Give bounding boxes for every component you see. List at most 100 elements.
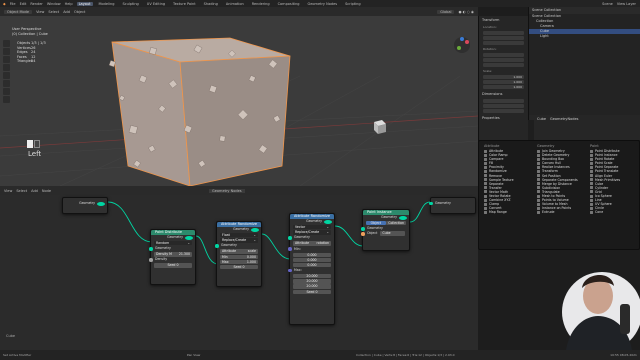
attribute-name-field[interactable]: Attribute scale bbox=[220, 249, 258, 254]
seed-field[interactable]: Seed 0 bbox=[154, 263, 192, 268]
distribute-mode-dropdown[interactable]: Random ⌄ bbox=[154, 240, 192, 246]
tab-geometry-nodes[interactable]: Geometry Nodes bbox=[306, 2, 340, 6]
node-menu-select[interactable]: Select bbox=[16, 189, 27, 193]
instance-type-object-button[interactable]: Object bbox=[366, 220, 386, 226]
scene-selector[interactable]: Scene bbox=[602, 2, 613, 6]
tab-layout[interactable]: Layout bbox=[76, 1, 93, 6]
menu-render[interactable]: Render bbox=[30, 2, 42, 6]
node-editor-canvas[interactable]: Geometry Geometry Point Distribute Geome… bbox=[0, 195, 478, 350]
tab-sculpting[interactable]: Sculpting bbox=[120, 2, 140, 6]
tab-modeling[interactable]: Modeling bbox=[97, 2, 117, 6]
properties-modifier-name[interactable]: GeometryNodes bbox=[550, 117, 578, 121]
group-input-node[interactable]: Geometry bbox=[62, 197, 108, 214]
menu-file[interactable]: File bbox=[10, 2, 16, 6]
min-y-field[interactable]: 0.000 bbox=[293, 257, 331, 263]
select-tool-icon[interactable] bbox=[3, 40, 10, 47]
viewport-menu-add[interactable]: Add bbox=[63, 10, 70, 14]
max-x-field[interactable]: 20.000 bbox=[293, 274, 331, 279]
data-type-dropdown[interactable]: Float ⌄ bbox=[220, 232, 258, 238]
instance-type-collection-button[interactable]: Collection bbox=[386, 220, 406, 226]
object-picker-field[interactable]: Cube bbox=[380, 231, 405, 236]
min-z-field[interactable]: 0.000 bbox=[293, 262, 331, 268]
menu-item[interactable]: Cone bbox=[587, 210, 639, 214]
location-label: Location: bbox=[483, 25, 497, 29]
measure-tool-icon[interactable] bbox=[3, 96, 10, 103]
rotation-z-field[interactable] bbox=[483, 63, 524, 67]
max-z-field[interactable]: 20.000 bbox=[293, 284, 331, 289]
menu-item[interactable]: Map Range bbox=[481, 210, 533, 214]
node-menu-node[interactable]: Node bbox=[42, 189, 51, 193]
move-tool-icon[interactable] bbox=[3, 56, 10, 63]
geometry-socket-icon bbox=[215, 244, 219, 248]
geometry-socket-icon bbox=[399, 215, 407, 220]
dimension-x-field[interactable] bbox=[483, 99, 524, 103]
node-menu-add[interactable]: Add bbox=[31, 189, 38, 193]
transform-panel-title[interactable]: Transform bbox=[479, 16, 528, 24]
outliner-item-light[interactable]: Light bbox=[529, 34, 640, 39]
group-output-node[interactable]: Geometry bbox=[429, 197, 476, 214]
dimensions-panel-title[interactable]: Dimensions bbox=[479, 90, 528, 98]
outliner-header: Scene Collection bbox=[529, 7, 640, 14]
rotation-y-field[interactable] bbox=[483, 58, 524, 62]
menu-window[interactable]: Window bbox=[47, 2, 61, 6]
scale-z-field[interactable]: 1.000 bbox=[483, 85, 524, 89]
viewport-menu-view[interactable]: View bbox=[36, 10, 44, 14]
data-type-dropdown[interactable]: Vector ⌄ bbox=[293, 224, 331, 230]
node-editor-header: View Select Add Node Geometry Nodes bbox=[0, 186, 478, 195]
tab-animation[interactable]: Animation bbox=[224, 2, 246, 6]
transform-tool-icon[interactable] bbox=[3, 80, 10, 87]
min-field[interactable]: Min 0.000 bbox=[220, 254, 258, 259]
max-field[interactable]: Max 1.000 bbox=[220, 259, 258, 265]
attribute-randomize-node-rotation[interactable]: Attribute Randomize Geometry Vector ⌄ Rep… bbox=[288, 213, 335, 325]
min-x-field[interactable]: 0.000 bbox=[293, 252, 331, 257]
status-mid-hint: Pan View bbox=[186, 353, 201, 357]
location-y-field[interactable] bbox=[483, 36, 524, 40]
cursor-tool-icon[interactable] bbox=[3, 48, 10, 55]
status-bar: Set Active Modifier Pan View Collection … bbox=[0, 350, 640, 360]
rotation-x-field[interactable] bbox=[483, 53, 524, 57]
viewport-scene bbox=[0, 37, 478, 186]
transform-orientation-dropdown[interactable]: Global bbox=[437, 9, 455, 14]
attribute-name-field[interactable]: Attribute rotation bbox=[293, 241, 331, 246]
viewport-menu-object[interactable]: Object bbox=[74, 10, 85, 14]
navigation-gizmo[interactable] bbox=[453, 36, 471, 54]
scale-tool-icon[interactable] bbox=[3, 72, 10, 79]
seed-field[interactable]: Seed 0 bbox=[293, 289, 331, 295]
node-tree-selector[interactable]: Geometry Nodes bbox=[209, 188, 245, 193]
3d-viewport[interactable] bbox=[0, 16, 478, 186]
location-z-field[interactable] bbox=[483, 41, 524, 45]
dimension-z-field[interactable] bbox=[483, 109, 524, 113]
scale-x-field[interactable]: 1.000 bbox=[483, 75, 524, 79]
operation-dropdown[interactable]: Replace/Create ⌄ bbox=[293, 230, 331, 235]
menu-edit[interactable]: Edit bbox=[20, 2, 27, 6]
max-y-field[interactable]: 20.000 bbox=[293, 279, 331, 284]
blender-logo-icon[interactable]: ◆ bbox=[3, 2, 6, 6]
properties-panel-title[interactable]: Properties bbox=[479, 114, 528, 122]
object-mode-dropdown[interactable]: Object Mode bbox=[4, 9, 33, 14]
operation-dropdown[interactable]: Replace/Create ⌄ bbox=[220, 238, 258, 243]
tab-compositing[interactable]: Compositing bbox=[276, 2, 302, 6]
menu-help[interactable]: Help bbox=[65, 2, 73, 6]
viewlayer-selector[interactable]: View Layer bbox=[617, 2, 636, 6]
menu-item[interactable]: Extrude bbox=[534, 210, 586, 214]
properties-tabs[interactable] bbox=[528, 120, 534, 140]
annotate-tool-icon[interactable] bbox=[3, 88, 10, 95]
dimension-y-field[interactable] bbox=[483, 104, 524, 108]
tab-shading[interactable]: Shading bbox=[202, 2, 220, 6]
tab-texture-paint[interactable]: Texture Paint bbox=[171, 2, 198, 6]
node-menu-view[interactable]: View bbox=[4, 189, 12, 193]
shading-modes[interactable]: ● ◐ ○ ◉ bbox=[458, 10, 474, 14]
scale-y-field[interactable]: 1.000 bbox=[483, 80, 524, 84]
viewport-menu-select[interactable]: Select bbox=[48, 10, 59, 14]
seed-field[interactable]: Seed 0 bbox=[220, 264, 258, 270]
attribute-randomize-node-scale[interactable]: Attribute Randomize Geometry Float ⌄ Repl… bbox=[215, 221, 262, 287]
geometry-socket-icon bbox=[97, 201, 105, 206]
location-x-field[interactable] bbox=[483, 31, 524, 35]
rotate-tool-icon[interactable] bbox=[3, 64, 10, 71]
tab-uv-editing[interactable]: UV Editing bbox=[145, 2, 167, 6]
tab-scripting[interactable]: Scripting bbox=[343, 2, 363, 6]
density-max-field[interactable]: Density M 21.300 bbox=[154, 252, 192, 257]
point-instance-node[interactable]: Point Instance Geometry Object Collectio… bbox=[361, 209, 410, 251]
tab-rendering[interactable]: Rendering bbox=[250, 2, 272, 6]
point-distribute-node[interactable]: Point Distribute Geometry Random ⌄ Geomet… bbox=[149, 229, 196, 285]
